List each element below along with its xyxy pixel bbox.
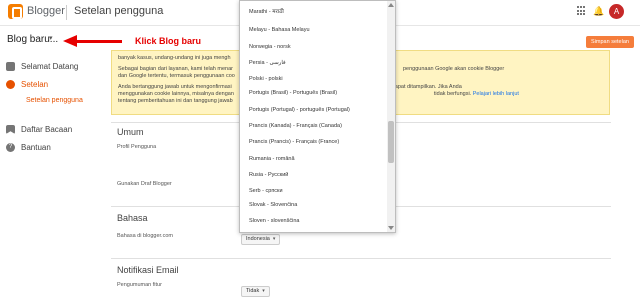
- profile-label: Profil Pengguna: [117, 144, 157, 150]
- dropdown-option[interactable]: Melayu - Bahasa Melayu: [249, 27, 310, 33]
- section-divider: [111, 258, 611, 259]
- sidebar-item-reading-list[interactable]: Daftar Bacaan: [6, 125, 72, 134]
- sidebar-item-label: Daftar Bacaan: [21, 125, 73, 134]
- language-dropdown-list[interactable]: Marathi - मराठी Melayu - Bahasa Melayu N…: [239, 0, 396, 233]
- bell-icon[interactable]: 🔔: [593, 6, 604, 16]
- language-select[interactable]: Indonesia ▾: [241, 234, 281, 245]
- dropdown-option[interactable]: Norwegia - norsk: [249, 44, 291, 50]
- sidebar-subitem-user-settings[interactable]: Setelan pengguna: [26, 97, 83, 104]
- sidebar-item-help[interactable]: ? Bantuan: [6, 143, 51, 152]
- chevron-down-icon: ▾: [262, 288, 265, 294]
- section-title-email: Notifikasi Email: [117, 265, 179, 275]
- apps-icon[interactable]: [577, 6, 587, 16]
- dropdown-option[interactable]: Sloven - slovenščina: [249, 218, 299, 224]
- dropdown-option[interactable]: Slovak - Slovenčina: [249, 202, 297, 208]
- dropdown-scrollbar[interactable]: [387, 1, 395, 232]
- help-icon: ?: [6, 143, 15, 152]
- dropdown-option[interactable]: Rusia - Русский: [249, 172, 288, 178]
- blogger-logo-icon[interactable]: [8, 4, 23, 19]
- section-title-general: Umum: [117, 127, 144, 137]
- dropdown-option[interactable]: Prancis (Kanada) - Français (Canada): [249, 123, 342, 129]
- gear-icon: [6, 80, 15, 89]
- sidebar-item-label: Bantuan: [21, 143, 51, 152]
- welcome-icon: [6, 62, 15, 71]
- page-title: Setelan pengguna: [74, 5, 164, 17]
- dropdown-option[interactable]: Marathi - मराठी: [249, 7, 284, 15]
- sidebar-item-label: Selamat Datang: [21, 62, 79, 71]
- annotation-label: Klick Blog baru: [135, 36, 202, 46]
- dropdown-option[interactable]: Portugis (Portugal) - português (Portuga…: [249, 107, 350, 113]
- dropdown-scrollbar-thumb[interactable]: [388, 121, 394, 163]
- dropdown-option[interactable]: Serb - српски: [249, 188, 283, 194]
- dropdown-option[interactable]: Portugis (Brasil) - Português (Brasil): [249, 90, 337, 96]
- sidebar-item-settings[interactable]: Setelan: [6, 80, 48, 89]
- dropdown-option[interactable]: Persia - فارسی: [249, 60, 286, 66]
- chevron-down-icon[interactable]: ▾: [49, 34, 53, 42]
- red-arrow-shaft: [76, 40, 122, 43]
- brand-name[interactable]: Blogger: [27, 5, 65, 17]
- header-divider: [66, 5, 67, 20]
- learn-more-link[interactable]: Pelajari lebih lanjut: [473, 91, 519, 97]
- scroll-up-icon[interactable]: [388, 3, 394, 7]
- section-title-language: Bahasa: [117, 213, 148, 223]
- feature-announcement-label: Pengumuman fitur: [117, 282, 162, 288]
- bookmark-icon: [6, 125, 15, 134]
- avatar[interactable]: A: [609, 4, 624, 19]
- language-label: Bahasa di blogger.com: [117, 233, 173, 239]
- scroll-down-icon[interactable]: [388, 226, 394, 230]
- dropdown-option[interactable]: Rumania - română: [249, 156, 295, 162]
- dropdown-option[interactable]: Polski - polski: [249, 76, 283, 82]
- draft-label: Gunakan Draf Blogger: [117, 181, 172, 187]
- sidebar-item-label: Setelan: [21, 80, 49, 89]
- sidebar-item-welcome[interactable]: Selamat Datang: [6, 62, 78, 71]
- dropdown-option[interactable]: Prancis (Prancis) - Français (France): [249, 139, 339, 145]
- chevron-down-icon: ▾: [272, 236, 276, 242]
- red-arrow-icon: [63, 35, 77, 47]
- feature-announcement-select[interactable]: Tidak ▾: [241, 286, 270, 297]
- save-settings-button[interactable]: Simpan setelan: [586, 36, 634, 48]
